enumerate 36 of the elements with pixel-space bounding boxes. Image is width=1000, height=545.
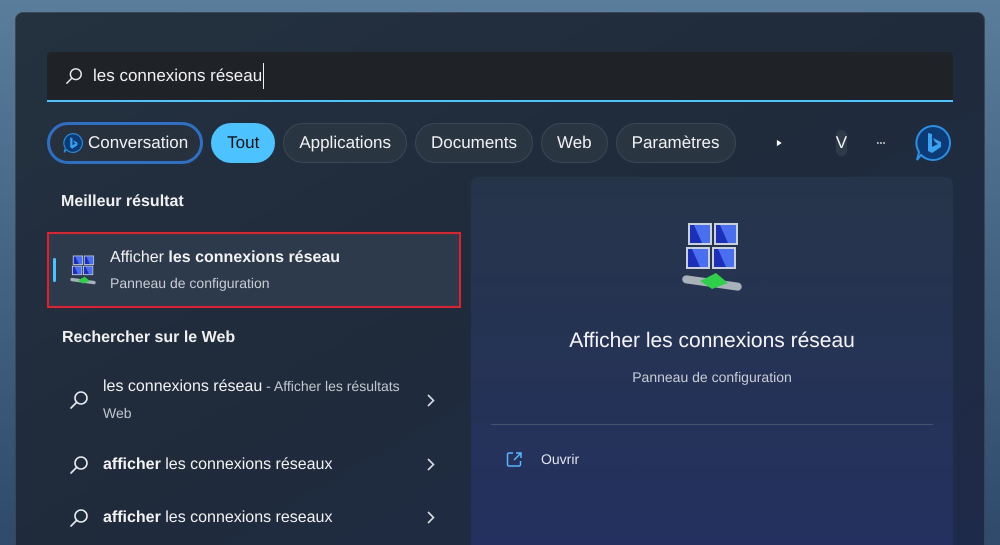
open-action[interactable]: Ouvrir — [506, 448, 580, 470]
search-icon — [65, 67, 83, 85]
suggestion-text: afficher les connexions réseaux — [103, 454, 334, 474]
bing-icon — [62, 132, 84, 154]
conversation-tab[interactable]: Conversation — [47, 122, 204, 164]
selection-indicator — [53, 258, 56, 282]
filter-tab[interactable]: Web — [540, 123, 608, 163]
chevron-right-icon — [427, 511, 435, 524]
account-avatar[interactable]: V — [836, 130, 848, 156]
section-heading: Rechercher sur le Web — [62, 328, 236, 348]
bing-logo-icon — [913, 123, 953, 163]
web-search-item[interactable]: afficher les connexions réseaux — [47, 438, 461, 491]
search-field[interactable]: les connexions réseau — [47, 52, 953, 102]
filter-tab[interactable]: Documents — [414, 123, 533, 163]
search-icon — [69, 508, 89, 528]
chevron-right-icon — [427, 458, 435, 471]
result-title: Afficher les connexions réseau — [110, 248, 340, 268]
filter-tab[interactable]: Applications — [283, 123, 407, 163]
section-heading: Meilleur résultat — [61, 192, 185, 212]
external-link-icon — [506, 450, 523, 468]
more-icon[interactable] — [877, 141, 885, 145]
web-search-item[interactable]: afficher les connexions reseaux — [47, 491, 461, 544]
preview-title: Afficher les connexions réseau — [569, 328, 855, 354]
best-result-item[interactable]: Afficher les connexions réseau Panneau de configuration — [47, 232, 461, 308]
web-search-item[interactable]: les connexions réseau - Afficher les résultats Web — [47, 362, 461, 438]
suggestion-text: les connexions réseau - Afficher les résultats Web — [103, 377, 401, 423]
result-subtitle: Panneau de configuration — [110, 274, 271, 293]
bing-button[interactable] — [913, 123, 953, 163]
search-icon — [69, 390, 89, 410]
filter-tab[interactable]: Tout — [211, 123, 276, 163]
preview-subtitle: Panneau de configuration — [632, 368, 792, 387]
search-query: les connexions réseau — [93, 63, 264, 89]
chevron-right-icon — [427, 394, 435, 406]
search-icon — [69, 454, 89, 474]
filter-tab[interactable]: Paramètres — [616, 123, 736, 163]
suggestion-text: afficher les connexions reseaux — [103, 508, 334, 528]
